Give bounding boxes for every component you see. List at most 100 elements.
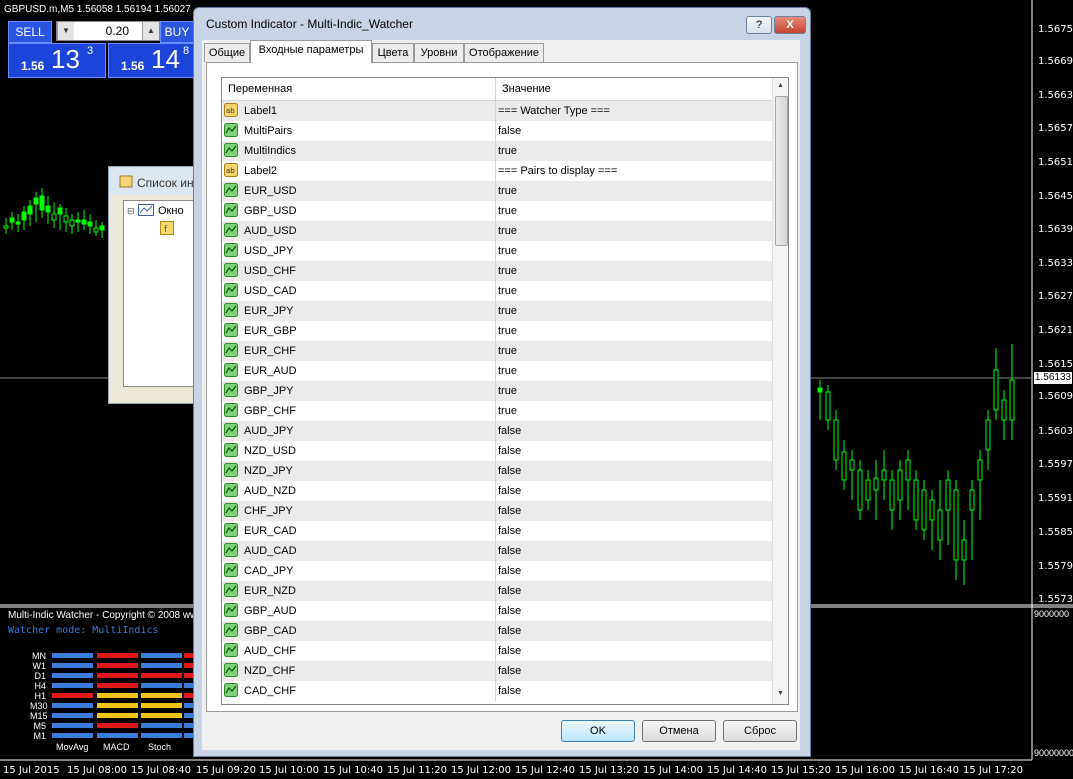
parameter-name: AUD_JPY [244, 425, 294, 437]
parameter-value[interactable]: true [498, 325, 517, 337]
column-separator [495, 201, 496, 221]
parameter-value[interactable]: false [498, 605, 521, 617]
parameter-value[interactable]: true [498, 185, 517, 197]
parameter-row[interactable]: EUR_CHF true [222, 341, 772, 361]
parameter-row[interactable]: EUR_NZD false [222, 581, 772, 601]
parameter-row[interactable]: EUR_AUD true [222, 361, 772, 381]
parameter-row[interactable]: EUR_USD true [222, 181, 772, 201]
parameter-value[interactable]: false [498, 645, 521, 657]
lot-input[interactable]: ▼ 0.20 ▲ [56, 21, 160, 41]
parameter-row[interactable]: ab Label1 === Watcher Type === [222, 101, 772, 121]
parameter-value[interactable]: true [498, 265, 517, 277]
reset-button[interactable]: Сброс [723, 720, 797, 742]
tab-2[interactable]: Цвета [372, 43, 414, 62]
parameter-row[interactable]: AUD_USD true [222, 221, 772, 241]
parameter-value[interactable]: false [498, 565, 521, 577]
parameter-row[interactable]: EUR_CAD false [222, 521, 772, 541]
parameter-value[interactable]: true [498, 245, 517, 257]
parameter-value[interactable]: true [498, 305, 517, 317]
parameter-value[interactable]: false [498, 445, 521, 457]
column-separator [495, 301, 496, 321]
parameter-value[interactable]: true [498, 385, 517, 397]
buy-price-box[interactable]: 1.56 14 8 [108, 43, 194, 78]
tree-collapse-icon[interactable]: ⊟ [127, 206, 135, 217]
tab-4[interactable]: Отображение [464, 43, 544, 62]
parameter-value[interactable]: false [498, 665, 521, 677]
parameter-value[interactable]: false [498, 505, 521, 517]
parameter-row[interactable]: GBP_CAD false [222, 621, 772, 641]
parameter-value[interactable]: false [498, 525, 521, 537]
parameter-row[interactable]: GBP_JPY true [222, 381, 772, 401]
parameter-value[interactable]: false [498, 465, 521, 477]
parameter-row[interactable]: USD_JPY true [222, 241, 772, 261]
parameter-value[interactable]: true [498, 405, 517, 417]
tab-1[interactable]: Входные параметры [250, 40, 372, 63]
parameter-value[interactable]: true [498, 285, 517, 297]
column-separator [495, 501, 496, 521]
parameter-row[interactable]: USD_CAD true [222, 281, 772, 301]
lot-increase-icon[interactable]: ▲ [142, 22, 159, 40]
parameter-row[interactable]: NZD_USD false [222, 441, 772, 461]
custom-indicator-dialog[interactable]: Custom Indicator - Multi-Indic_Watcher ?… [193, 7, 811, 757]
parameter-row[interactable]: CAD_CHF false [222, 681, 772, 701]
candle-body [961, 539, 967, 561]
column-variable[interactable]: Переменная [228, 83, 292, 95]
scroll-thumb[interactable] [775, 96, 788, 246]
parameter-row[interactable]: MultiIndics true [222, 141, 772, 161]
parameter-row[interactable]: AUD_JPY false [222, 421, 772, 441]
sell-button[interactable]: SELL [8, 21, 52, 43]
close-button[interactable]: X [774, 16, 806, 34]
ok-button[interactable]: OK [561, 720, 635, 742]
tab-0[interactable]: Общие [204, 43, 250, 62]
parameter-value[interactable]: true [498, 205, 517, 217]
cancel-button[interactable]: Отмена [642, 720, 716, 742]
vertical-scrollbar[interactable]: ▲ ▼ [772, 78, 788, 704]
column-value[interactable]: Значение [502, 83, 551, 95]
indicator-tree[interactable]: ⊟ Окно f [123, 200, 201, 387]
column-separator [495, 221, 496, 241]
parameter-row[interactable]: ab Label2 === Pairs to display === [222, 161, 772, 181]
candle-body [889, 479, 895, 511]
parameter-value[interactable]: true [498, 365, 517, 377]
parameter-row[interactable]: NZD_CHF false [222, 661, 772, 681]
parameter-row[interactable]: GBP_CHF true [222, 401, 772, 421]
parameter-row[interactable]: EUR_GBP true [222, 321, 772, 341]
parameter-row[interactable]: AUD_CHF false [222, 641, 772, 661]
lot-decrease-icon[interactable]: ▼ [57, 22, 74, 40]
parameter-value[interactable]: false [498, 125, 521, 137]
parameter-row[interactable]: AUD_NZD false [222, 481, 772, 501]
parameter-value[interactable]: false [498, 545, 521, 557]
parameters-grid[interactable]: Переменная Значение ab Label1 === Watcher … [221, 77, 789, 705]
parameter-row[interactable]: MultiPairs false [222, 121, 772, 141]
scroll-up-icon[interactable]: ▲ [777, 82, 784, 89]
parameter-row[interactable]: CAD_JPY false [222, 561, 772, 581]
parameter-value[interactable]: false [498, 425, 521, 437]
parameter-row[interactable]: NZD_JPY false [222, 461, 772, 481]
parameter-value[interactable]: === Pairs to display === [498, 165, 617, 177]
price-tick-label: 1.56395 [1038, 224, 1073, 235]
parameter-value[interactable]: false [498, 485, 521, 497]
indicator-list-window[interactable]: Список ин ⊟ Окно f [108, 166, 201, 404]
parameter-value[interactable]: true [498, 145, 517, 157]
buy-button[interactable]: BUY [160, 21, 194, 43]
parameter-row[interactable]: USD_CHF true [222, 261, 772, 281]
parameter-row[interactable]: CHF_JPY false [222, 501, 772, 521]
tab-3[interactable]: Уровни [414, 43, 464, 62]
parameter-row[interactable]: AUD_CAD false [222, 541, 772, 561]
parameter-row[interactable]: EUR_JPY true [222, 301, 772, 321]
parameter-value[interactable]: true [498, 345, 517, 357]
indicator-column-label: MovAvg [56, 742, 89, 752]
tree-item-window[interactable]: Окно [158, 205, 184, 217]
parameter-value[interactable]: false [498, 685, 521, 697]
parameter-row[interactable]: GBP_USD true [222, 201, 772, 221]
signal-bar [97, 713, 138, 718]
indicator-list-titlebar[interactable]: Список ин [109, 167, 199, 195]
parameter-value[interactable]: false [498, 585, 521, 597]
parameter-value[interactable]: === Watcher Type === [498, 105, 610, 117]
scroll-down-icon[interactable]: ▼ [777, 690, 784, 697]
parameter-value[interactable]: true [498, 225, 517, 237]
parameter-row[interactable]: GBP_AUD false [222, 601, 772, 621]
parameter-value[interactable]: false [498, 625, 521, 637]
sell-price-box[interactable]: 1.56 13 3 [8, 43, 106, 78]
help-button[interactable]: ? [746, 16, 772, 34]
